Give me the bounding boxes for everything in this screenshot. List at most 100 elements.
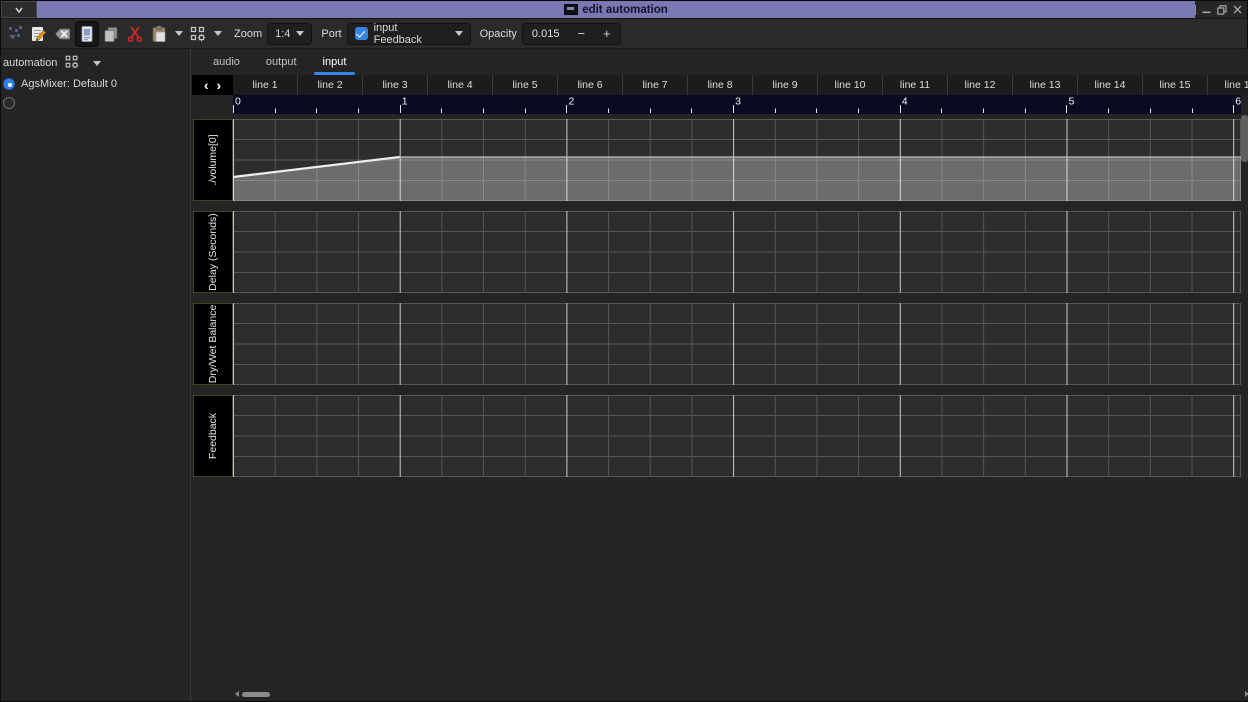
lane-label: Delay (Seconds) xyxy=(193,211,233,293)
opacity-label: Opacity xyxy=(480,28,517,40)
ruler: 0123456 xyxy=(233,95,1241,114)
tool-icon xyxy=(189,25,207,43)
edit-automation-window: edit automation Zoom 1:4 Port xyxy=(0,0,1248,702)
tool-menu-button[interactable] xyxy=(186,21,210,47)
cut-icon xyxy=(126,25,144,43)
port-combobox[interactable]: input Feedback xyxy=(347,23,471,45)
line-nav: ‹ › xyxy=(192,75,233,95)
titlebar-separator xyxy=(1195,5,1196,15)
line-header-16[interactable]: line 16 xyxy=(1208,75,1248,95)
window-icon xyxy=(564,4,578,15)
position-tool-button[interactable] xyxy=(3,21,27,47)
minimize-button[interactable] xyxy=(1202,5,1211,14)
automation-grid-dry-wet-balance[interactable] xyxy=(233,303,1241,385)
clear-tool-button[interactable] xyxy=(51,21,75,47)
restore-button[interactable] xyxy=(1217,5,1227,15)
line-header-8[interactable]: line 8 xyxy=(688,75,753,95)
svg-text:4: 4 xyxy=(902,96,908,108)
line-header-3[interactable]: line 3 xyxy=(363,75,428,95)
vertical-scrollbar[interactable] xyxy=(1241,115,1248,693)
scroll-lines-left-button[interactable]: ‹ xyxy=(202,78,211,92)
line-header-13[interactable]: line 13 xyxy=(1013,75,1078,95)
vertical-scrollbar-thumb[interactable] xyxy=(1241,115,1248,162)
close-button[interactable] xyxy=(1233,5,1242,14)
chevron-down-icon[interactable] xyxy=(93,61,101,66)
scroll-lines-right-button[interactable]: › xyxy=(215,78,224,92)
scope-tabbar: audiooutputinput xyxy=(192,49,1248,75)
lane-label-text: Feedback xyxy=(207,413,219,459)
edit-tool-button[interactable] xyxy=(27,21,51,47)
copy-button[interactable] xyxy=(99,21,123,47)
lane-label-text: Delay (Seconds) xyxy=(207,213,219,291)
machine-label: AgsMixer: Default 0 xyxy=(21,78,117,90)
lane-dry-wet-balance: Dry/Wet Balance xyxy=(192,303,1248,385)
line-header-1[interactable]: line 1 xyxy=(233,75,298,95)
lane-label-text: Dry/Wet Balance xyxy=(207,305,219,384)
line-header-5[interactable]: line 5 xyxy=(493,75,558,95)
tool-menu-dropdown-arrow[interactable] xyxy=(210,21,225,47)
tab-audio[interactable]: audio xyxy=(200,49,253,75)
clear-icon xyxy=(54,25,72,43)
cut-button[interactable] xyxy=(123,21,147,47)
line-headers: line 1line 2line 3line 4line 5line 6line… xyxy=(233,75,1248,95)
line-header-4[interactable]: line 4 xyxy=(428,75,493,95)
select-tool-button[interactable] xyxy=(75,21,99,47)
machine-radio-0[interactable]: AgsMixer: Default 0 xyxy=(3,77,190,91)
lane-label: Dry/Wet Balance xyxy=(193,303,233,385)
automation-grid-volume-0[interactable] xyxy=(233,119,1241,201)
sidebar-title: automation xyxy=(3,57,57,69)
radio-icon xyxy=(3,78,15,90)
chevron-down-icon xyxy=(455,31,463,36)
tool-icon[interactable] xyxy=(64,54,80,73)
toolbar: Zoom 1:4 Port input Feedback Opacity 0.0… xyxy=(1,18,1247,49)
svg-text:0: 0 xyxy=(235,96,241,108)
line-header-10[interactable]: line 10 xyxy=(818,75,883,95)
machine-list: AgsMixer: Default 0 xyxy=(3,77,190,110)
opacity-decrement-button[interactable]: − xyxy=(568,24,594,44)
restore-icon xyxy=(1217,5,1227,15)
svg-text:5: 5 xyxy=(1069,96,1075,108)
machine-selector-sidebar: automation AgsMixer: Default 0 xyxy=(1,49,191,701)
toolbar-buttons xyxy=(3,21,225,47)
select-icon xyxy=(78,25,96,43)
lane-label: ./volume[0] xyxy=(193,119,233,201)
automation-grid-delay-seconds[interactable] xyxy=(233,211,1241,293)
tab-output[interactable]: output xyxy=(253,49,310,75)
opacity-spinbutton: 0.015 − + xyxy=(522,23,621,45)
lane-feedback: Feedback xyxy=(192,395,1248,477)
titlebar-drag-area[interactable]: edit automation xyxy=(37,1,1195,18)
port-enabled-checkbox[interactable] xyxy=(355,27,368,40)
machine-selector-header: automation xyxy=(3,54,190,72)
horizontal-scrollbar-thumb[interactable] xyxy=(242,692,270,697)
line-header-15[interactable]: line 15 xyxy=(1143,75,1208,95)
port-label: Port xyxy=(321,28,341,40)
minimize-icon xyxy=(1202,5,1211,14)
horizontal-scrollbar[interactable] xyxy=(233,690,1248,699)
chevron-down-icon xyxy=(296,31,304,36)
line-header-6[interactable]: line 6 xyxy=(558,75,623,95)
paste-dropdown-arrow[interactable] xyxy=(171,21,186,47)
line-header-12[interactable]: line 12 xyxy=(948,75,1013,95)
titlebar: edit automation xyxy=(1,1,1247,18)
line-header-7[interactable]: line 7 xyxy=(623,75,688,95)
lane-volume-0: ./volume[0] xyxy=(192,119,1248,201)
window-menu-button[interactable] xyxy=(1,1,37,18)
line-header-2[interactable]: line 2 xyxy=(298,75,363,95)
line-header-14[interactable]: line 14 xyxy=(1078,75,1143,95)
paste-button[interactable] xyxy=(147,21,171,47)
window-title: edit automation xyxy=(582,4,668,16)
ruler-svg: 0123456 xyxy=(233,95,1241,114)
scrollbar-left-arrow[interactable] xyxy=(235,691,239,697)
line-header-11[interactable]: line 11 xyxy=(883,75,948,95)
opacity-value[interactable]: 0.015 xyxy=(523,24,569,44)
radio-icon xyxy=(3,97,15,109)
automation-editor: audiooutputinput ‹ › line 1line 2line 3l… xyxy=(192,49,1248,701)
tab-input[interactable]: input xyxy=(310,49,360,75)
machine-radio-1[interactable] xyxy=(3,96,190,110)
zoom-value: 1:4 xyxy=(275,28,290,40)
automation-grid-feedback[interactable] xyxy=(233,395,1241,477)
main-area: automation AgsMixer: Default 0 audiooutp… xyxy=(1,49,1247,701)
line-header-9[interactable]: line 9 xyxy=(753,75,818,95)
zoom-combobox[interactable]: 1:4 xyxy=(267,23,312,45)
opacity-increment-button[interactable]: + xyxy=(594,24,620,44)
